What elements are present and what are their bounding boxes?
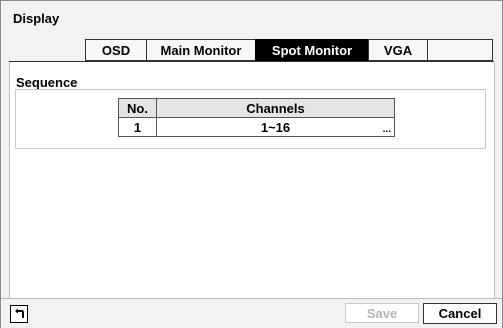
tab-main-monitor[interactable]: Main Monitor xyxy=(146,39,255,61)
tab-bar: OSD Main Monitor Spot Monitor VGA xyxy=(85,39,493,61)
table-row: 1 1~16 ... xyxy=(118,117,395,137)
sequence-section-label: Sequence xyxy=(16,75,78,90)
save-button[interactable]: Save xyxy=(345,303,419,323)
column-header-channels: Channels xyxy=(156,98,395,118)
channels-value: 1~16 xyxy=(260,119,291,135)
tab-vga[interactable]: VGA xyxy=(368,39,427,61)
dialog-title: Display xyxy=(13,11,60,26)
table-header-row: No. Channels xyxy=(118,98,395,118)
tab-osd[interactable]: OSD xyxy=(85,39,146,61)
column-header-no: No. xyxy=(118,98,157,118)
back-arrow-icon xyxy=(13,307,25,322)
sequence-table: No. Channels 1 1~16 ... xyxy=(118,98,395,137)
channels-more-button[interactable]: ... xyxy=(383,125,391,135)
row-number-cell: 1 xyxy=(118,117,157,137)
cancel-button[interactable]: Cancel xyxy=(423,303,497,324)
display-dialog: Display OSD Main Monitor Spot Monitor VG… xyxy=(0,0,503,328)
tab-spot-monitor[interactable]: Spot Monitor xyxy=(255,39,368,61)
back-button[interactable] xyxy=(10,305,28,323)
tab-empty xyxy=(427,39,493,61)
channels-cell[interactable]: 1~16 ... xyxy=(156,117,395,137)
